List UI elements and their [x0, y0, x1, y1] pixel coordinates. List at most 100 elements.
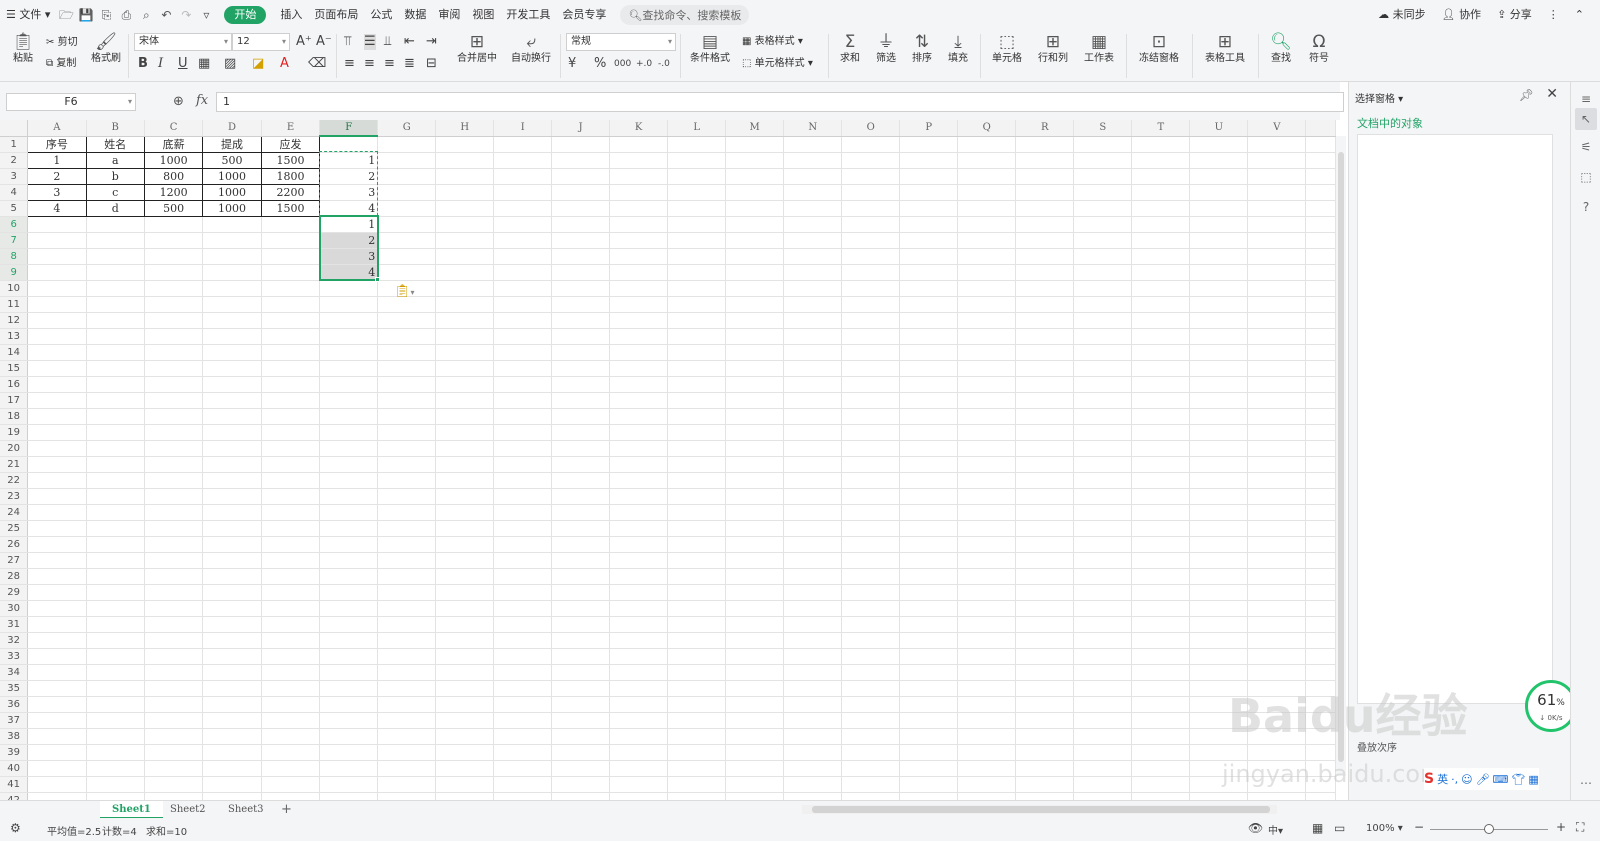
cell-S30[interactable] [1073, 600, 1133, 617]
cell-L38[interactable] [667, 728, 727, 745]
cell-G6[interactable] [377, 216, 437, 233]
cell-H7[interactable] [435, 232, 495, 249]
cell-F9[interactable]: 4 [319, 264, 379, 281]
cell-Q34[interactable] [957, 664, 1017, 681]
cell-L26[interactable] [667, 536, 727, 553]
cell-I12[interactable] [493, 312, 553, 329]
cell-L35[interactable] [667, 680, 727, 697]
cell-V10[interactable] [1247, 280, 1307, 297]
cell-P35[interactable] [899, 680, 959, 697]
worksheet-button[interactable]: ▦ 工作表 [1078, 32, 1120, 66]
cell-U34[interactable] [1189, 664, 1249, 681]
share-button[interactable]: ⇪ 分享 [1491, 0, 1538, 30]
language-icon[interactable]: 中▾ [1268, 822, 1283, 837]
cell-Q4[interactable] [957, 184, 1017, 201]
cell-C23[interactable] [144, 488, 204, 505]
cell-P7[interactable] [899, 232, 959, 249]
cell-M16[interactable] [725, 376, 785, 393]
cell-T25[interactable] [1131, 520, 1191, 537]
cell-U14[interactable] [1189, 344, 1249, 361]
cell-R27[interactable] [1015, 552, 1075, 569]
cell-D25[interactable] [202, 520, 262, 537]
row-header[interactable]: 1 [0, 136, 29, 153]
cell-L12[interactable] [667, 312, 727, 329]
cell-O17[interactable] [841, 392, 901, 409]
cell-T16[interactable] [1131, 376, 1191, 393]
cell-N28[interactable] [783, 568, 843, 585]
cell-S32[interactable] [1073, 632, 1133, 649]
cell-J32[interactable] [551, 632, 611, 649]
row-header[interactable]: 7 [0, 232, 29, 249]
fill-color-icon[interactable]: ◪ [252, 56, 264, 72]
row-header[interactable]: 29 [0, 584, 29, 601]
cell-I19[interactable] [493, 424, 553, 441]
cell-V25[interactable] [1247, 520, 1307, 537]
cell-S37[interactable] [1073, 712, 1133, 729]
cell-Q9[interactable] [957, 264, 1017, 281]
cell-J34[interactable] [551, 664, 611, 681]
row-header[interactable]: 16 [0, 376, 29, 393]
cell-G24[interactable] [377, 504, 437, 521]
cell-U29[interactable] [1189, 584, 1249, 601]
cell-S6[interactable] [1073, 216, 1133, 233]
cell-U32[interactable] [1189, 632, 1249, 649]
cell-H2[interactable] [435, 152, 495, 169]
cell-T37[interactable] [1131, 712, 1191, 729]
cell-I11[interactable] [493, 296, 553, 313]
cell-F40[interactable] [319, 760, 379, 777]
row-header[interactable]: 39 [0, 744, 29, 761]
cell-V15[interactable] [1247, 360, 1307, 377]
cell-J29[interactable] [551, 584, 611, 601]
cell-S10[interactable] [1073, 280, 1133, 297]
cell-E31[interactable] [261, 616, 321, 633]
cell-K12[interactable] [609, 312, 669, 329]
cell-F28[interactable] [319, 568, 379, 585]
cell-Q28[interactable] [957, 568, 1017, 585]
cell-K23[interactable] [609, 488, 669, 505]
cell-A21[interactable] [27, 456, 87, 473]
cell-L20[interactable] [667, 440, 727, 457]
cell-Q7[interactable] [957, 232, 1017, 249]
cell-O3[interactable] [841, 168, 901, 185]
cell-H15[interactable] [435, 360, 495, 377]
cell-A37[interactable] [27, 712, 87, 729]
cell-C26[interactable] [144, 536, 204, 553]
cell-J9[interactable] [551, 264, 611, 281]
cell-E16[interactable] [261, 376, 321, 393]
cell-F24[interactable] [319, 504, 379, 521]
cell-D35[interactable] [202, 680, 262, 697]
cell-J39[interactable] [551, 744, 611, 761]
cell-P4[interactable] [899, 184, 959, 201]
row-header[interactable]: 41 [0, 776, 29, 793]
cell-B34[interactable] [86, 664, 145, 681]
cell-U2[interactable] [1189, 152, 1249, 169]
cell-I20[interactable] [493, 440, 553, 457]
cell-R24[interactable] [1015, 504, 1075, 521]
cell-P3[interactable] [899, 168, 959, 185]
cell-Q12[interactable] [957, 312, 1017, 329]
row-header[interactable]: 30 [0, 600, 29, 617]
cell-S21[interactable] [1073, 456, 1133, 473]
cell-N11[interactable] [783, 296, 843, 313]
cell-N32[interactable] [783, 632, 843, 649]
cell-T22[interactable] [1131, 472, 1191, 489]
cell-Q2[interactable] [957, 152, 1017, 169]
column-header-A[interactable]: A [27, 120, 87, 137]
cell-A41[interactable] [27, 776, 87, 793]
cell-K3[interactable] [609, 168, 669, 185]
column-header-G[interactable]: G [377, 120, 437, 137]
cell-U33[interactable] [1189, 648, 1249, 665]
cell-B18[interactable] [86, 408, 145, 425]
cell-R17[interactable] [1015, 392, 1075, 409]
cell-S19[interactable] [1073, 424, 1133, 441]
cell-I37[interactable] [493, 712, 553, 729]
cell-V33[interactable] [1247, 648, 1307, 665]
zoom-in-icon[interactable]: + [1556, 820, 1566, 834]
cell-R26[interactable] [1015, 536, 1075, 553]
cell-S31[interactable] [1073, 616, 1133, 633]
cell-L3[interactable] [667, 168, 727, 185]
cell-D9[interactable] [202, 264, 262, 281]
cell-U31[interactable] [1189, 616, 1249, 633]
cell-N22[interactable] [783, 472, 843, 489]
cell-L16[interactable] [667, 376, 727, 393]
